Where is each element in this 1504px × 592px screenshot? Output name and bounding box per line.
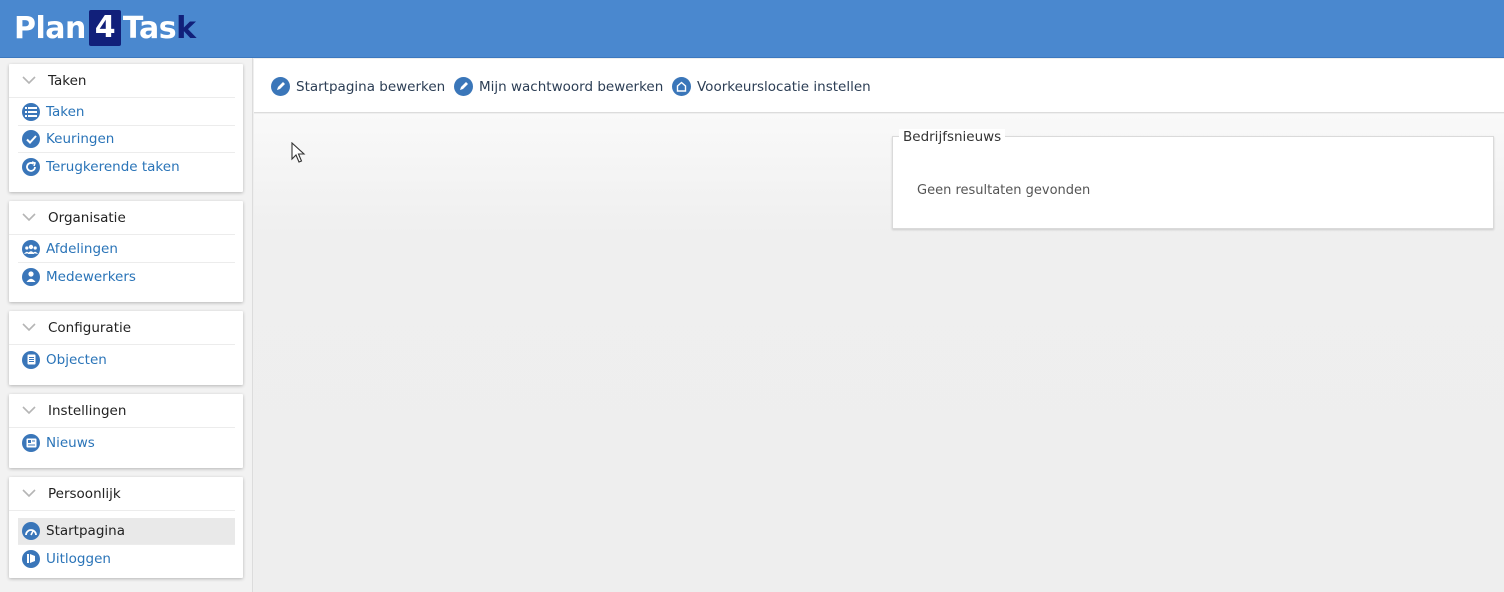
- sidebar-item-nieuws[interactable]: Nieuws: [18, 429, 235, 456]
- chevron-down-icon: [21, 486, 37, 502]
- sidebar-item-label: Medewerkers: [46, 268, 136, 285]
- panel-title: Taken: [48, 72, 87, 89]
- document-icon: [22, 350, 40, 369]
- sidebar-item-uitloggen[interactable]: Uitloggen: [18, 545, 235, 572]
- sidebar-item-taken[interactable]: Taken: [18, 99, 235, 126]
- chevron-down-icon: [21, 73, 37, 89]
- set-location-label: Voorkeurslocatie instellen: [697, 78, 871, 95]
- panel-organisatie: Organisatie Afdelingen Medewerkers: [9, 201, 243, 302]
- mouse-cursor-icon: [291, 141, 307, 168]
- panel-header-taken[interactable]: Taken: [9, 64, 235, 98]
- toolbar: Startpagina bewerken Mijn wachtwoord bew…: [254, 59, 1504, 113]
- panel-taken: Taken Taken Keuringen Terugkerende taken: [9, 64, 243, 192]
- panel-title: Persoonlijk: [48, 485, 121, 502]
- app-logo[interactable]: Plan 4 Tas k: [14, 9, 196, 47]
- sidebar-item-terugkerende-taken[interactable]: Terugkerende taken: [18, 153, 235, 180]
- panel-header-configuratie[interactable]: Configuratie: [9, 311, 235, 345]
- sidebar-item-label: Taken: [46, 104, 85, 120]
- set-location-button[interactable]: Voorkeurslocatie instellen: [672, 77, 871, 96]
- company-news-title: Bedrijfsnieuws: [899, 129, 1006, 145]
- panel-persoonlijk: Persoonlijk Startpagina Uitloggen: [9, 477, 243, 578]
- news-icon: [22, 433, 40, 452]
- logo-prefix: Plan: [14, 10, 86, 46]
- pencil-icon: [454, 77, 473, 96]
- pencil-icon: [271, 77, 290, 96]
- sidebar-item-medewerkers[interactable]: Medewerkers: [18, 263, 235, 290]
- sidebar-item-label: Uitloggen: [46, 550, 111, 567]
- app-header: Plan 4 Tas k: [0, 0, 1504, 58]
- sidebar-item-label: Keuringen: [46, 131, 115, 147]
- panel-configuratie: Configuratie Objecten: [9, 311, 243, 385]
- edit-password-label: Mijn wachtwoord bewerken: [479, 78, 664, 95]
- user-icon: [22, 267, 40, 286]
- sidebar-item-label: Startpagina: [46, 523, 125, 539]
- refresh-icon: [22, 157, 40, 176]
- panel-header-instellingen[interactable]: Instellingen: [9, 394, 235, 428]
- check-icon: [22, 130, 40, 148]
- panel-instellingen: Instellingen Nieuws: [9, 394, 243, 468]
- sidebar-item-label: Nieuws: [46, 434, 95, 451]
- chevron-down-icon: [21, 403, 37, 419]
- no-results-text: Geen resultaten gevonden: [917, 183, 1091, 198]
- sidebar-item-keuringen[interactable]: Keuringen: [18, 126, 235, 153]
- home-icon: [672, 77, 691, 96]
- sidebar-item-objecten[interactable]: Objecten: [18, 346, 235, 373]
- logo-number: 4: [88, 10, 121, 46]
- edit-startpage-label: Startpagina bewerken: [296, 78, 446, 95]
- panel-header-persoonlijk[interactable]: Persoonlijk: [9, 477, 235, 511]
- panel-title: Organisatie: [48, 209, 126, 226]
- panel-header-organisatie[interactable]: Organisatie: [9, 201, 235, 235]
- edit-startpage-button[interactable]: Startpagina bewerken: [271, 77, 445, 96]
- logo-suffix: Tas: [122, 10, 177, 46]
- panel-title: Configuratie: [48, 319, 132, 336]
- sidebar-item-label: Objecten: [46, 351, 107, 368]
- logo-suffix-k: k: [176, 10, 196, 46]
- panel-title: Instellingen: [48, 402, 127, 419]
- sidebar-item-label: Afdelingen: [46, 241, 118, 257]
- list-icon: [22, 103, 40, 121]
- edit-password-button[interactable]: Mijn wachtwoord bewerken: [454, 77, 663, 96]
- company-news-panel: Bedrijfsnieuws Geen resultaten gevonden: [892, 129, 1494, 229]
- dashboard-icon: [22, 522, 40, 540]
- logout-icon: [22, 549, 40, 568]
- main-content: Bedrijfsnieuws Geen resultaten gevonden: [254, 114, 1504, 592]
- group-icon: [22, 240, 40, 258]
- chevron-down-icon: [21, 210, 37, 226]
- sidebar: Taken Taken Keuringen Terugkerende taken…: [0, 58, 253, 592]
- sidebar-item-startpagina[interactable]: Startpagina: [18, 518, 235, 545]
- sidebar-item-label: Terugkerende taken: [46, 158, 180, 175]
- chevron-down-icon: [21, 320, 37, 336]
- sidebar-item-afdelingen[interactable]: Afdelingen: [18, 236, 235, 263]
